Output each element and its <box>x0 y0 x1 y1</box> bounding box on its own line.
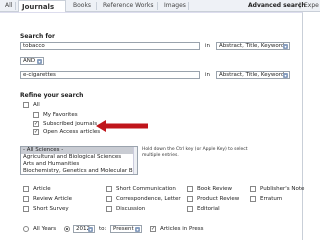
list-item[interactable]: Arts and Humanities <box>21 161 137 168</box>
year-range-radio[interactable] <box>64 226 70 232</box>
chevron-down-icon: ▾ <box>135 227 140 232</box>
year-to-label: to: <box>99 226 107 232</box>
doctype-checkbox[interactable] <box>106 186 112 192</box>
tab-all[interactable]: All <box>2 0 15 12</box>
advanced-search-link[interactable]: Advanced search <box>248 0 306 12</box>
year-from-select[interactable]: 2012 ▾ <box>73 225 95 233</box>
all-years-label: All Years <box>33 226 57 232</box>
search-for-label: Search for <box>20 33 56 40</box>
my-favorites-checkbox[interactable] <box>33 112 39 118</box>
doctype-label: Article <box>33 186 51 192</box>
in-label-2: in <box>205 72 211 78</box>
chevron-down-icon: ▾ <box>283 44 288 49</box>
doctype-checkbox[interactable] <box>23 186 29 192</box>
tab-divider <box>96 2 97 10</box>
doctype-checkbox[interactable] <box>23 196 29 202</box>
doctype-label: Short Survey <box>33 206 69 212</box>
doctype-label: Product Review <box>197 196 240 202</box>
my-favorites-label: My Favorites <box>43 112 78 118</box>
doctype-label: Discussion <box>116 206 146 212</box>
doctype-checkbox[interactable] <box>23 206 29 212</box>
doctype-label: Editorial <box>197 206 220 212</box>
list-item[interactable]: Biochemistry, Genetics and Molecular Bio <box>21 168 137 174</box>
tab-images[interactable]: Images <box>161 0 189 12</box>
doctype-label: Short Communication <box>116 186 176 192</box>
multi-select-hint: Hold down the Ctrl key (or Apple Key) to… <box>142 147 248 158</box>
all-label: All <box>33 102 40 108</box>
search-term-1-input[interactable]: tobacco <box>20 42 200 50</box>
doctype-checkbox[interactable] <box>250 196 256 202</box>
doctype-label: Book Review <box>197 186 233 192</box>
doctype-checkbox[interactable] <box>106 196 112 202</box>
year-to-select[interactable]: Present ▾ <box>110 225 142 233</box>
tab-reference-works[interactable]: Reference Works <box>100 0 156 12</box>
expert-search-link[interactable]: Expe <box>304 0 319 12</box>
search-term-2-input[interactable]: e-cigarettes <box>20 71 200 79</box>
refine-heading: Refine your search <box>20 92 84 99</box>
in-label-1: in <box>205 43 211 49</box>
annotation-arrow-icon <box>96 120 148 132</box>
open-access-checkbox[interactable]: ✓ <box>33 129 39 135</box>
tab-divider <box>15 2 16 10</box>
articles-in-press-label: Articles in Press <box>160 226 204 232</box>
header-separator: | <box>299 2 302 9</box>
field-select-2-value: Abstract, Title, Keywords <box>219 72 288 78</box>
list-item[interactable]: Agricultural and Biological Sciences <box>21 154 137 161</box>
boolean-operator-value: AND <box>23 58 36 64</box>
all-years-radio[interactable] <box>23 226 29 232</box>
open-access-label: Open Access articles <box>43 129 101 135</box>
field-select-1[interactable]: Abstract, Title, Keywords ▾ <box>216 42 290 50</box>
year-to-value: Present <box>113 226 134 232</box>
doctype-checkbox[interactable] <box>250 186 256 192</box>
doctype-label: Review Article <box>33 196 73 202</box>
doctype-checkbox[interactable] <box>187 186 193 192</box>
tab-divider <box>157 2 158 10</box>
chevron-down-icon: ▾ <box>88 227 93 232</box>
doctype-checkbox[interactable] <box>187 196 193 202</box>
tab-bar: All Journals Books Reference Works Image… <box>0 0 320 13</box>
subscribed-journals-label: Subscribed journals <box>43 121 98 127</box>
tab-books[interactable]: Books <box>70 0 94 12</box>
list-item[interactable]: - All Sciences - <box>21 147 137 154</box>
field-select-2[interactable]: Abstract, Title, Keywords ▾ <box>216 71 290 79</box>
all-checkbox[interactable] <box>23 102 29 108</box>
doctype-label: Correspondence, Letter <box>116 196 181 202</box>
articles-in-press-checkbox[interactable]: ✓ <box>150 226 156 232</box>
doctype-label: Publisher's Note <box>260 186 305 192</box>
doctype-checkbox[interactable] <box>106 206 112 212</box>
search-page: All Journals Books Reference Works Image… <box>0 0 320 240</box>
doctype-label: Erratum <box>260 196 283 202</box>
chevron-down-icon: ▾ <box>37 59 42 64</box>
field-select-1-value: Abstract, Title, Keywords <box>219 43 288 49</box>
boolean-operator-select[interactable]: AND ▾ <box>20 57 44 65</box>
subscribed-journals-checkbox[interactable]: ✓ <box>33 121 39 127</box>
doctype-checkbox[interactable] <box>187 206 193 212</box>
tab-divider <box>188 2 189 10</box>
chevron-down-icon: ▾ <box>283 73 288 78</box>
listbox-scrollbar[interactable] <box>133 147 137 174</box>
subject-area-listbox[interactable]: - All Sciences - Agricultural and Biolog… <box>20 146 138 175</box>
